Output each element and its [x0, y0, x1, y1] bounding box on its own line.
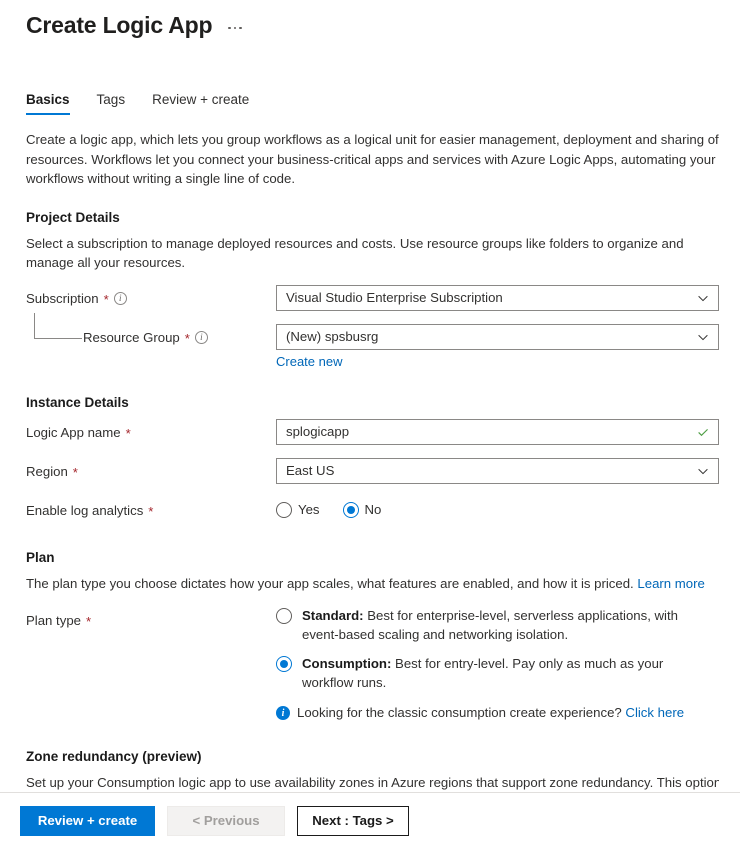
plan-consumption-text: Consumption: Best for entry-level. Pay o… [302, 655, 692, 692]
subscription-row: Subscription * i Visual Studio Enterpris… [26, 285, 720, 312]
logic-app-name-label-group: Logic App name * [26, 419, 276, 446]
required-asterisk: * [185, 332, 190, 345]
tab-basics[interactable]: Basics [26, 92, 83, 115]
logic-app-name-row: Logic App name * splogicapp [26, 419, 720, 446]
plan-type-row: Plan type * Standard: Best for enterpris… [26, 607, 720, 721]
zone-redundancy-heading: Zone redundancy (preview) [26, 749, 720, 764]
review-create-button[interactable]: Review + create [20, 806, 155, 836]
radio-consumption-icon [276, 656, 292, 672]
valid-check-icon [696, 425, 710, 439]
subscription-field-col: Visual Studio Enterprise Subscription [276, 285, 720, 311]
info-filled-icon: i [276, 706, 290, 720]
plan-type-label: Plan type [26, 608, 81, 634]
required-asterisk: * [104, 293, 109, 306]
resource-group-dropdown[interactable]: (New) spsbusrg [276, 324, 719, 350]
dot [228, 27, 231, 30]
create-new-resource-group-link[interactable]: Create new [276, 354, 342, 369]
radio-yes-icon [276, 502, 292, 518]
learn-more-link[interactable]: Learn more [637, 576, 704, 591]
enable-log-analytics-radio-group: Yes No [276, 497, 720, 523]
resource-group-row: Resource Group * i (New) spsbusrg Create… [26, 324, 720, 371]
tab-tags[interactable]: Tags [97, 92, 139, 115]
project-details-description: Select a subscription to manage deployed… [26, 234, 719, 273]
logic-app-name-field-col: splogicapp [276, 419, 720, 445]
subscription-label-group: Subscription * i [26, 285, 276, 312]
resource-group-value: (New) spsbusrg [286, 329, 696, 344]
region-label: Region [26, 459, 68, 485]
subscription-label: Subscription [26, 286, 99, 312]
enable-log-analytics-label-group: Enable log analytics * [26, 497, 276, 524]
form-content: Create a logic app, which lets you group… [26, 130, 720, 797]
region-field-col: East US [276, 458, 720, 484]
plan-option-standard[interactable]: Standard: Best for enterprise-level, ser… [276, 607, 720, 644]
radio-option-yes[interactable]: Yes [276, 502, 320, 518]
resource-group-field-col: (New) spsbusrg Create new [276, 324, 720, 371]
zone-redundancy-description: Set up your Consumption logic app to use… [26, 773, 719, 793]
enable-log-analytics-row: Enable log analytics * Yes No [26, 497, 720, 524]
chevron-down-icon [696, 330, 710, 344]
radio-yes-label: Yes [298, 502, 320, 517]
footer-bar: Review + create < Previous Next : Tags > [0, 792, 740, 848]
required-asterisk: * [126, 427, 131, 440]
plan-type-radio-group: Standard: Best for enterprise-level, ser… [276, 607, 720, 692]
instance-details-heading: Instance Details [26, 395, 720, 410]
title-row: Create Logic App [26, 10, 244, 40]
page-title: Create Logic App [26, 10, 212, 40]
plan-type-label-group: Plan type * [26, 607, 276, 634]
dot [239, 27, 242, 30]
chevron-down-icon [696, 291, 710, 305]
info-icon[interactable]: i [195, 331, 208, 344]
enable-log-analytics-field-col: Yes No [276, 497, 720, 523]
project-details-heading: Project Details [26, 210, 720, 225]
region-dropdown[interactable]: East US [276, 458, 719, 484]
dot [234, 27, 237, 30]
plan-description: The plan type you choose dictates how yo… [26, 576, 634, 591]
plan-standard-text: Standard: Best for enterprise-level, ser… [302, 607, 692, 644]
plan-consumption-name: Consumption: [302, 656, 391, 671]
subscription-dropdown[interactable]: Visual Studio Enterprise Subscription [276, 285, 719, 311]
subscription-value: Visual Studio Enterprise Subscription [286, 290, 696, 305]
region-row: Region * East US [26, 458, 720, 485]
required-asterisk: * [148, 505, 153, 518]
radio-standard-icon [276, 608, 292, 624]
required-asterisk: * [86, 615, 91, 628]
tab-bar: Basics Tags Review + create [26, 92, 262, 115]
next-tags-button[interactable]: Next : Tags > [297, 806, 409, 836]
classic-note-text-wrap: Looking for the classic consumption crea… [297, 704, 684, 721]
logic-app-name-input[interactable]: splogicapp [276, 419, 719, 445]
enable-log-analytics-label: Enable log analytics [26, 498, 143, 524]
radio-option-no[interactable]: No [343, 502, 382, 518]
intro-text: Create a logic app, which lets you group… [26, 130, 719, 189]
plan-heading: Plan [26, 550, 720, 565]
logic-app-name-value: splogicapp [286, 424, 696, 439]
logic-app-name-label: Logic App name [26, 420, 121, 446]
resource-group-label: Resource Group [83, 325, 180, 351]
region-label-group: Region * [26, 458, 276, 485]
radio-no-icon [343, 502, 359, 518]
create-logic-app-blade: Create Logic App Basics Tags Review + cr… [0, 0, 740, 848]
plan-type-field-col: Standard: Best for enterprise-level, ser… [276, 607, 720, 721]
classic-experience-note: i Looking for the classic consumption cr… [276, 704, 720, 721]
radio-no-label: No [365, 502, 382, 517]
classic-note-text: Looking for the classic consumption crea… [297, 705, 622, 720]
info-icon[interactable]: i [114, 292, 127, 305]
click-here-link[interactable]: Click here [625, 705, 684, 720]
previous-button: < Previous [167, 806, 285, 836]
chevron-down-icon [696, 464, 710, 478]
region-value: East US [286, 463, 696, 478]
tab-review-create[interactable]: Review + create [152, 92, 262, 115]
plan-option-consumption[interactable]: Consumption: Best for entry-level. Pay o… [276, 655, 720, 692]
more-options-icon[interactable] [226, 23, 244, 34]
tree-connector [34, 313, 82, 339]
plan-standard-name: Standard: [302, 608, 364, 623]
plan-description-wrap: The plan type you choose dictates how yo… [26, 574, 719, 594]
required-asterisk: * [73, 466, 78, 479]
